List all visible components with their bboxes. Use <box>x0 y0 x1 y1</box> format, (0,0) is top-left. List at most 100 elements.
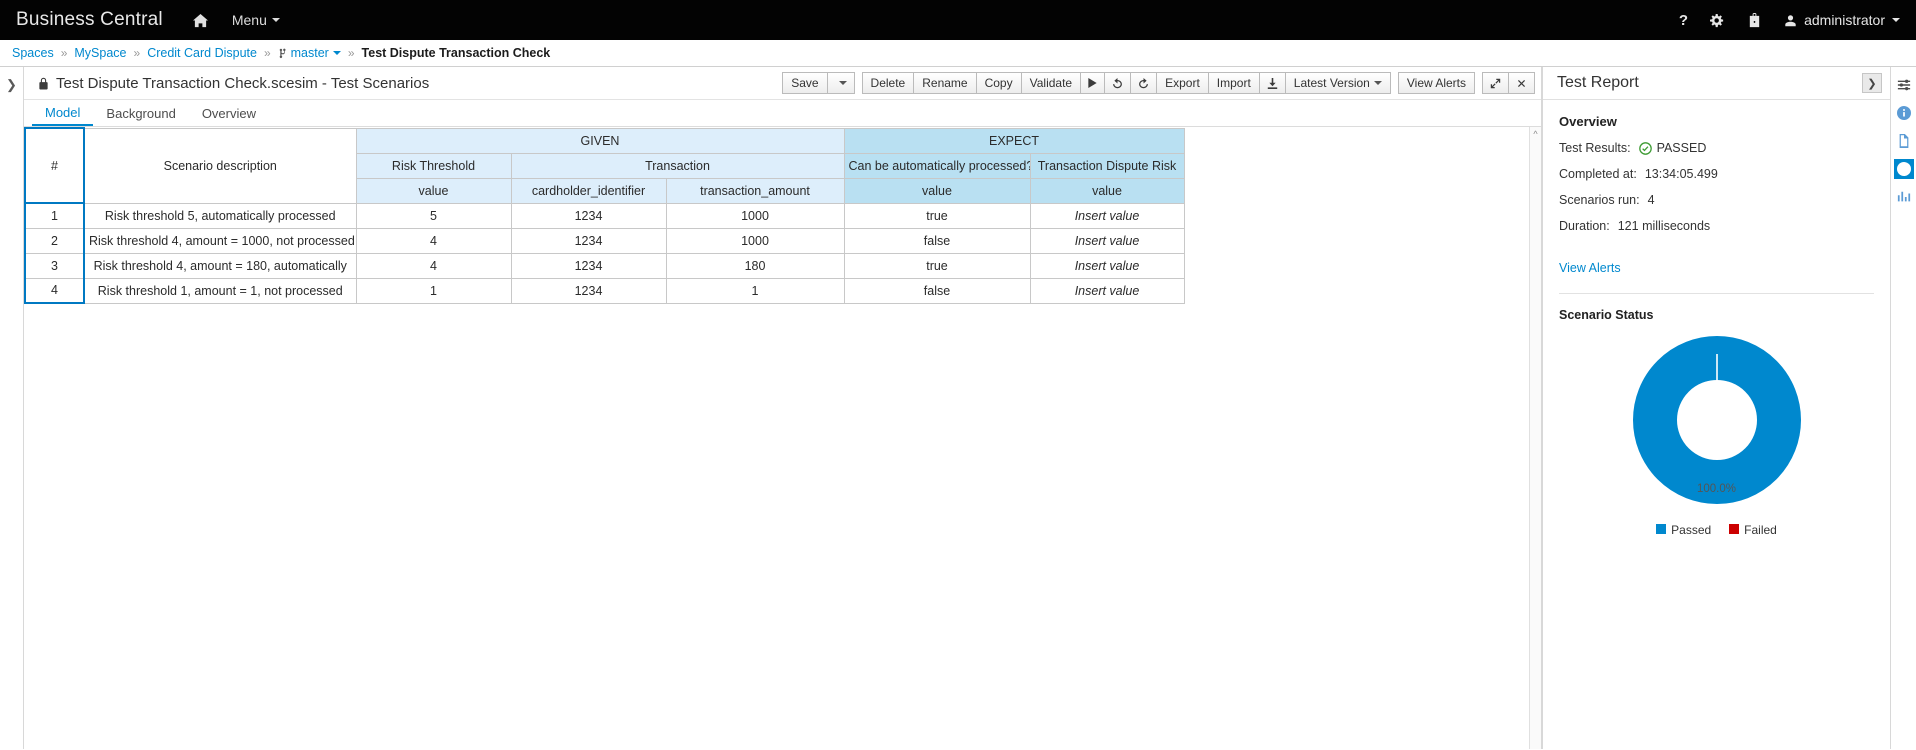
save-dropdown-button[interactable] <box>827 72 855 94</box>
validate-button[interactable]: Validate <box>1021 72 1081 94</box>
cell-risk-threshold[interactable]: 1 <box>356 278 511 303</box>
cell-dispute-risk[interactable]: Insert value <box>1030 228 1184 253</box>
download-button[interactable] <box>1259 72 1286 94</box>
export-button[interactable]: Export <box>1156 72 1209 94</box>
table-row[interactable]: 1 Risk threshold 5, automatically proces… <box>25 203 1184 228</box>
table-row[interactable]: 4 Risk threshold 1, amount = 1, not proc… <box>25 278 1184 303</box>
right-icon-rail <box>1890 67 1916 749</box>
cell-cardholder-identifier[interactable]: 1234 <box>511 278 666 303</box>
grid-vertical-scrollbar[interactable]: ^ <box>1529 127 1541 749</box>
chevron-down-icon <box>1374 81 1382 85</box>
view-alerts-link[interactable]: View Alerts <box>1559 261 1621 275</box>
workspace: ❯ Test Dispute Transaction Check.scesim … <box>0 67 1916 749</box>
version-dropdown-button[interactable]: Latest Version <box>1285 72 1391 94</box>
row-number[interactable]: 3 <box>25 253 84 278</box>
gear-icon[interactable] <box>1710 13 1725 28</box>
cell-risk-threshold[interactable]: 4 <box>356 228 511 253</box>
user-menu[interactable]: administrator <box>1784 12 1900 28</box>
tab-overview[interactable]: Overview <box>189 100 269 126</box>
cell-transaction-amount[interactable]: 1000 <box>666 228 844 253</box>
row-number[interactable]: 1 <box>25 203 84 228</box>
close-button[interactable] <box>1508 72 1535 94</box>
row-number[interactable]: 2 <box>25 228 84 253</box>
grid-sub-transaction-amount[interactable]: transaction_amount <box>666 178 844 203</box>
maximize-button[interactable] <box>1482 72 1509 94</box>
redo-button[interactable] <box>1130 72 1157 94</box>
cell-transaction-amount[interactable]: 180 <box>666 253 844 278</box>
save-button[interactable]: Save <box>782 72 827 94</box>
cell-cardholder-identifier[interactable]: 1234 <box>511 228 666 253</box>
grid-group-expect[interactable]: EXPECT <box>844 128 1184 153</box>
row-description[interactable]: Risk threshold 4, amount = 1000, not pro… <box>84 228 356 253</box>
grid-sub-cardholder-identifier[interactable]: cardholder_identifier <box>511 178 666 203</box>
grid-group-given[interactable]: GIVEN <box>356 128 844 153</box>
version-label: Latest Version <box>1294 76 1370 90</box>
cell-risk-threshold[interactable]: 5 <box>356 203 511 228</box>
settings-sliders-icon[interactable] <box>1894 75 1914 95</box>
grid-description-header[interactable]: Scenario description <box>84 128 356 203</box>
collapse-report-button[interactable]: ❯ <box>1862 73 1882 93</box>
download-icon <box>1267 78 1278 89</box>
breadcrumb: Spaces » MySpace » Credit Card Dispute »… <box>0 40 1916 67</box>
help-icon[interactable]: ? <box>1679 12 1688 29</box>
grid-col-risk-threshold[interactable]: Risk Threshold <box>356 153 511 178</box>
rename-button[interactable]: Rename <box>913 72 976 94</box>
cell-cardholder-identifier[interactable]: 1234 <box>511 203 666 228</box>
undo-button[interactable] <box>1104 72 1131 94</box>
breadcrumb-separator: » <box>134 46 141 60</box>
grid-col-can-be-auto-processed[interactable]: Can be automatically processed? <box>844 153 1030 178</box>
breadcrumb-branch-selector[interactable]: master <box>278 46 341 60</box>
row-description[interactable]: Risk threshold 1, amount = 1, not proces… <box>84 278 356 303</box>
row-description[interactable]: Risk threshold 5, automatically processe… <box>84 203 356 228</box>
cell-risk-threshold[interactable]: 4 <box>356 253 511 278</box>
document-icon[interactable] <box>1894 131 1914 151</box>
window-controls-group <box>1482 72 1535 94</box>
table-row[interactable]: 3 Risk threshold 4, amount = 180, automa… <box>25 253 1184 278</box>
breadcrumb-item-myspace[interactable]: MySpace <box>74 46 126 60</box>
cell-cardholder-identifier[interactable]: 1234 <box>511 253 666 278</box>
grid-sub-auto-processed-value[interactable]: value <box>844 178 1030 203</box>
copy-button[interactable]: Copy <box>976 72 1022 94</box>
grid-col-transaction-dispute-risk[interactable]: Transaction Dispute Risk <box>1030 153 1184 178</box>
chart-bar-icon[interactable] <box>1894 187 1914 207</box>
import-button[interactable]: Import <box>1208 72 1260 94</box>
legend-swatch-failed <box>1729 524 1739 534</box>
breadcrumb-item-spaces[interactable]: Spaces <box>12 46 54 60</box>
cell-dispute-risk[interactable]: Insert value <box>1030 253 1184 278</box>
cell-auto-processed[interactable]: true <box>844 203 1030 228</box>
test-report-panel: Test Report ❯ Overview Test Results: PAS… <box>1542 67 1890 749</box>
grid-index-header[interactable]: # <box>25 128 84 203</box>
cell-transaction-amount[interactable]: 1 <box>666 278 844 303</box>
top-navigation-bar: Business Central Menu ? administrator <box>0 0 1916 40</box>
cell-auto-processed[interactable]: true <box>844 253 1030 278</box>
briefcase-icon[interactable] <box>1747 13 1762 28</box>
cell-auto-processed[interactable]: false <box>844 228 1030 253</box>
row-number[interactable]: 4 <box>25 278 84 303</box>
home-icon[interactable] <box>193 13 208 28</box>
view-alerts-button[interactable]: View Alerts <box>1398 72 1475 94</box>
overview-heading: Overview <box>1559 114 1874 129</box>
menu-label: Menu <box>232 12 267 28</box>
menu-dropdown[interactable]: Menu <box>232 12 280 28</box>
cell-auto-processed[interactable]: false <box>844 278 1030 303</box>
scenarios-run-label: Scenarios run: <box>1559 193 1640 207</box>
tab-model[interactable]: Model <box>32 100 93 126</box>
table-row[interactable]: 2 Risk threshold 4, amount = 1000, not p… <box>25 228 1184 253</box>
grid-col-transaction[interactable]: Transaction <box>511 153 844 178</box>
play-circle-icon[interactable] <box>1894 159 1914 179</box>
branch-label: master <box>291 46 329 60</box>
cell-transaction-amount[interactable]: 1000 <box>666 203 844 228</box>
grid-sub-dispute-risk-value[interactable]: value <box>1030 178 1184 203</box>
expand-left-panel-icon[interactable]: ❯ <box>6 77 17 749</box>
row-description[interactable]: Risk threshold 4, amount = 180, automati… <box>84 253 356 278</box>
topnav-actions: ? administrator <box>1679 12 1900 29</box>
run-scenarios-button[interactable] <box>1080 72 1105 94</box>
tab-background[interactable]: Background <box>93 100 188 126</box>
cell-dispute-risk[interactable]: Insert value <box>1030 203 1184 228</box>
cell-dispute-risk[interactable]: Insert value <box>1030 278 1184 303</box>
breadcrumb-item-project[interactable]: Credit Card Dispute <box>147 46 257 60</box>
info-icon[interactable] <box>1894 103 1914 123</box>
delete-button[interactable]: Delete <box>862 72 915 94</box>
breadcrumb-current: Test Dispute Transaction Check <box>362 46 551 60</box>
grid-sub-risk-threshold-value[interactable]: value <box>356 178 511 203</box>
